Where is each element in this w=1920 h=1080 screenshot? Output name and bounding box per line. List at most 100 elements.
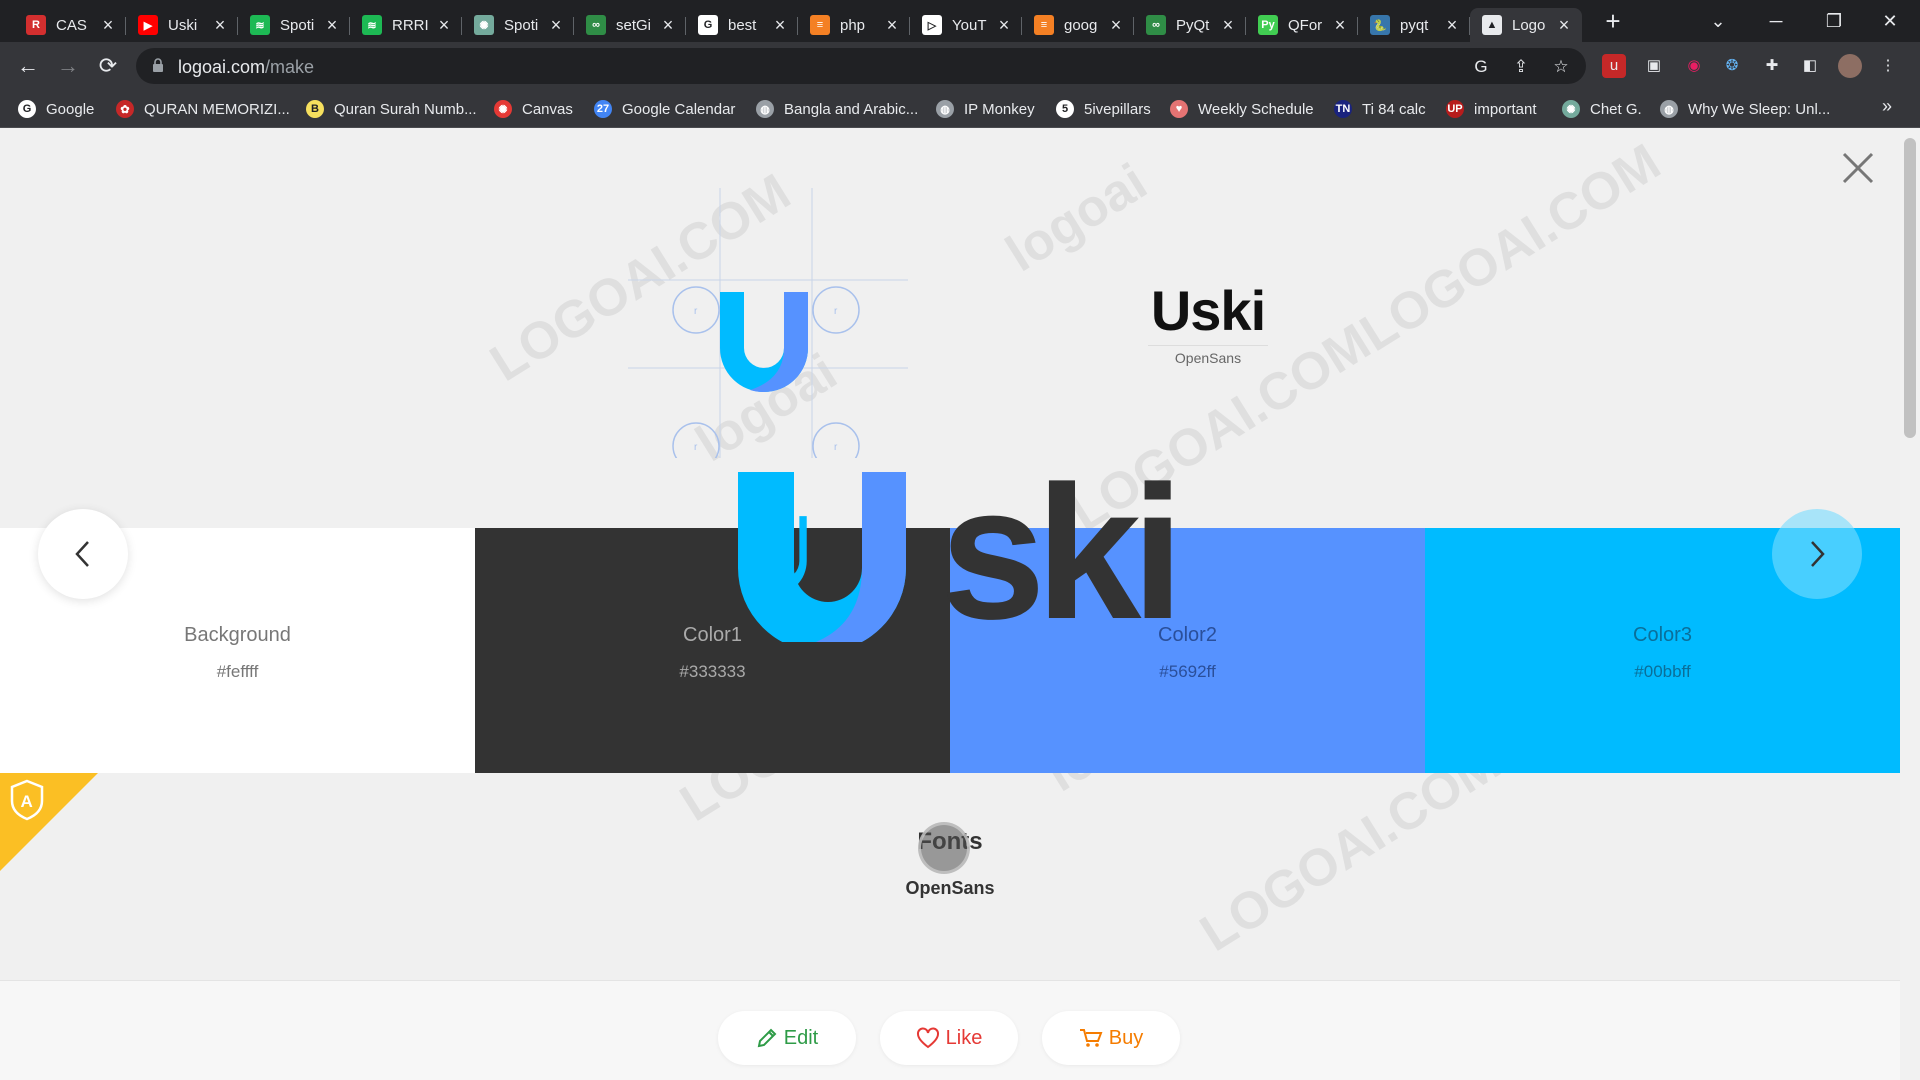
tab-close-icon[interactable]: × — [1330, 15, 1350, 35]
browser-menu-icon[interactable]: ⋮ — [1880, 54, 1896, 78]
canvas-icon: ✺ — [494, 100, 512, 118]
bookmark-item[interactable]: ◍ Bangla and Arabic... — [756, 98, 918, 120]
profile-avatar[interactable] — [1838, 54, 1862, 78]
quran-icon: ✿ — [116, 100, 134, 118]
browser-tab[interactable]: Gbest × — [686, 8, 798, 42]
browser-tab[interactable]: R CAS × — [14, 8, 126, 42]
tab-title: goog — [1064, 16, 1098, 34]
svg-text:A: A — [21, 792, 33, 811]
tab-close-icon[interactable]: × — [882, 15, 902, 35]
bookmark-item[interactable]: ✺ Canvas — [494, 98, 573, 120]
forward-button[interactable]: → — [52, 50, 84, 82]
page-scrollbar[interactable] — [1900, 128, 1920, 1080]
swatch-label: Background — [184, 624, 291, 646]
previous-button[interactable] — [38, 509, 128, 599]
globe-icon: ◍ — [936, 100, 954, 118]
bookmark-item[interactable]: ◍ IP Monkey — [936, 98, 1035, 120]
browser-tab[interactable]: ≡ goog × — [1022, 8, 1134, 42]
bookmark-item[interactable]: UP important — [1446, 98, 1537, 120]
buy-label: Buy — [1108, 1026, 1144, 1049]
bookmark-item[interactable]: G Google — [18, 98, 94, 120]
tab-close-icon[interactable]: × — [434, 15, 454, 35]
spotify-icon: ≋ — [250, 15, 270, 35]
recorder-extension-icon[interactable]: ◉ — [1682, 54, 1706, 78]
tab-close-icon[interactable]: × — [770, 15, 790, 35]
font-family-name: OpenSans — [905, 878, 995, 898]
bookmark-item[interactable]: TN Ti 84 calc — [1334, 98, 1426, 120]
like-button[interactable]: Like — [880, 1011, 1018, 1065]
browser-tab[interactable]: ▷ YouT × — [910, 8, 1022, 42]
extensions-puzzle-icon[interactable]: ✚ — [1760, 54, 1784, 78]
logo-name-preview: Uski — [1150, 279, 1266, 342]
bookmark-item[interactable]: 27 Google Calendar — [594, 98, 735, 120]
bookmark-item[interactable]: ◍ Why We Sleep: Unl... — [1660, 98, 1830, 120]
tab-close-icon[interactable]: × — [98, 15, 118, 35]
scrollbar-thumb[interactable] — [1904, 138, 1916, 438]
ublock-extension-icon[interactable]: u — [1602, 54, 1626, 78]
reload-button[interactable]: ⟳ — [92, 50, 124, 82]
browser-tab[interactable]: ∞ setGi × — [574, 8, 686, 42]
tab-close-icon[interactable]: × — [1442, 15, 1462, 35]
bookmark-item[interactable]: ✺ Chet G. — [1562, 98, 1642, 120]
google-lens-icon[interactable]: G — [1470, 56, 1492, 78]
share-icon[interactable]: ⇪ — [1510, 56, 1532, 78]
browser-tab[interactable]: ▶ Uski × — [126, 8, 238, 42]
side-panel-icon[interactable]: ◧ — [1798, 54, 1822, 78]
browser-tab[interactable]: ≡ php × — [798, 8, 910, 42]
tab-title: best — [728, 16, 757, 34]
tab-close-icon[interactable]: × — [1554, 15, 1574, 35]
bookmarks-overflow-icon[interactable]: » — [1882, 96, 1892, 117]
bookmark-item[interactable]: B Quran Surah Numb... — [306, 98, 477, 120]
browser-tab[interactable]: ≋ RRRI × — [350, 8, 462, 42]
browser-tab[interactable]: ≋ Spoti × — [238, 8, 350, 42]
edit-button[interactable]: Edit — [718, 1011, 856, 1065]
buy-button[interactable]: Buy — [1042, 1011, 1180, 1065]
browser-tab[interactable]: ∞ PyQt × — [1134, 8, 1246, 42]
bookmark-item[interactable]: ♥ Weekly Schedule — [1170, 98, 1314, 120]
like-label: Like — [945, 1026, 983, 1049]
tab-close-icon[interactable]: × — [1218, 15, 1238, 35]
tab-title: PyQt — [1176, 16, 1210, 34]
browser-tab[interactable]: 🐍 pyqt × — [1358, 8, 1470, 42]
tab-search-icon[interactable]: ⌄ — [1690, 4, 1746, 38]
bookmarks-bar: G Google ✿ QURAN MEMORIZI... B Quran Surah Nu… — [0, 90, 1920, 128]
browser-tab[interactable]: ▲ Logo × — [1470, 8, 1582, 42]
action-bar: Edit Like Buy — [0, 980, 1900, 1080]
shield-ribbon[interactable]: A — [0, 773, 98, 871]
bookmark-label: Google — [46, 100, 95, 118]
new-tab-button[interactable]: + — [1598, 8, 1628, 36]
restore-button[interactable]: ❐ — [1806, 4, 1862, 38]
bookmark-item[interactable]: ✿ QURAN MEMORIZI... — [116, 98, 290, 120]
address-bar[interactable]: logoai.com/make G ⇪ ☆ — [136, 48, 1586, 84]
tab-close-icon[interactable]: × — [322, 15, 342, 35]
media-extension-icon[interactable]: ▣ — [1642, 54, 1666, 78]
bookmark-label: Quran Surah Numb... — [334, 100, 477, 118]
large-logo-mark-blue — [738, 472, 906, 642]
minimize-button[interactable]: ─ — [1748, 4, 1804, 38]
browser-tab[interactable]: ✺ Spoti × — [462, 8, 574, 42]
logoai-icon: ▲ — [1482, 15, 1502, 35]
bookmark-label: Weekly Schedule — [1198, 100, 1314, 118]
tab-close-icon[interactable]: × — [546, 15, 566, 35]
close-window-button[interactable]: ✕ — [1862, 4, 1918, 38]
close-icon[interactable] — [1838, 148, 1878, 188]
bookmark-star-icon[interactable]: ☆ — [1550, 56, 1572, 78]
tab-close-icon[interactable]: × — [658, 15, 678, 35]
bookmark-item[interactable]: 5 5ivepillars — [1056, 98, 1151, 120]
back-button[interactable]: ← — [12, 50, 44, 82]
tab-close-icon[interactable]: × — [1106, 15, 1126, 35]
pencil-icon — [757, 1028, 777, 1048]
svg-text:r: r — [694, 442, 698, 453]
next-button[interactable] — [1772, 509, 1862, 599]
browser-tab[interactable]: Py QFor × — [1246, 8, 1358, 42]
tab-close-icon[interactable]: × — [994, 15, 1014, 35]
bookmark-label: Google Calendar — [622, 100, 736, 118]
tab-title: Uski — [168, 16, 198, 34]
swatch-hex: #feffff — [216, 662, 259, 681]
large-logo-text: ski — [940, 447, 1184, 659]
tab-close-icon[interactable]: × — [210, 15, 230, 35]
vpn-extension-icon[interactable]: ❂ — [1720, 54, 1744, 78]
swatch-label: Color3 — [1633, 624, 1692, 646]
tab-strip: R CAS × ▶ Uski × ≋ Spoti × ≋ RRRI × ✺ Spoti × ∞ setGi × Gb… — [0, 0, 1920, 42]
cursor-indicator — [918, 822, 970, 874]
